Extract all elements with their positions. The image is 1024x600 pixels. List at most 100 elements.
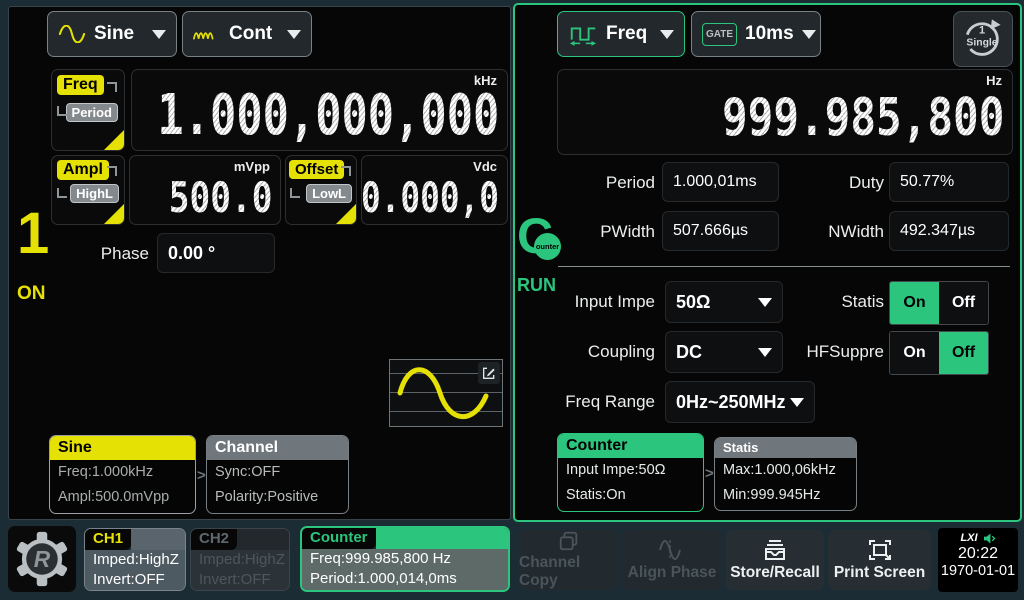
counter-tile-line2: Period:1.000,014,0ms xyxy=(302,569,508,589)
chevron-down-icon xyxy=(790,398,804,407)
frequency-value: 1.000,000,000 xyxy=(157,83,499,148)
corner-mark xyxy=(107,82,117,92)
waveform-select[interactable]: Sine xyxy=(47,11,177,57)
clock-time: 20:22 xyxy=(938,545,1018,563)
hf-suppress-on-option[interactable]: On xyxy=(890,332,939,374)
corner-mark xyxy=(57,106,67,116)
sine-icon xyxy=(58,25,86,43)
offset-value: 0.000,0 xyxy=(361,173,499,222)
align-phase-label: Align Phase xyxy=(628,564,717,582)
highl-alt-label: HighL xyxy=(70,184,119,203)
knob-corner-icon xyxy=(104,130,124,150)
logo-letter: R xyxy=(34,546,51,572)
amplitude-value: 500.0 xyxy=(168,173,272,222)
chevron-down-icon xyxy=(287,30,301,39)
period-value: 1.000,01ms xyxy=(662,162,779,202)
phase-input[interactable]: 0.00 ° xyxy=(157,233,275,273)
pulse-freq-icon xyxy=(568,21,598,47)
freq-range-select[interactable]: 0Hz~250MHz xyxy=(665,381,815,423)
tab-counter-title: Counter xyxy=(558,434,703,458)
tab-channel-line2: Polarity:Positive xyxy=(207,485,348,510)
counter-status-tile[interactable]: Counter Freq:999.985,800 Hz Period:1.000… xyxy=(300,526,510,592)
counter-reading-unit: Hz xyxy=(986,73,1002,88)
tab-statis-line2: Min:999.945Hz xyxy=(715,483,856,508)
store-recall-button[interactable]: Store/Recall xyxy=(726,530,824,590)
amplitude-display[interactable]: mVpp 500.0 xyxy=(129,155,281,225)
offset-display[interactable]: Vdc 0.000,0 xyxy=(361,155,508,225)
divider xyxy=(558,266,1010,267)
ampl-highl-selector[interactable]: Ampl HighL xyxy=(51,155,125,225)
single-count: 1 xyxy=(979,25,985,37)
hf-suppress-toggle: On Off xyxy=(889,331,989,375)
gate-badge: GATE xyxy=(702,23,737,46)
ch2-title: CH2 xyxy=(191,529,237,550)
waveform-preview xyxy=(389,359,503,427)
tab-counter[interactable]: Counter Input Impe:50Ω Statis:On xyxy=(557,433,704,512)
ch2-line2: Invert:OFF xyxy=(191,570,289,590)
store-recall-label: Store/Recall xyxy=(730,564,820,582)
corner-mark xyxy=(341,166,351,176)
counter-measure-value: Freq xyxy=(606,23,647,45)
duty-value: 50.77% xyxy=(889,162,1009,202)
tab-channel[interactable]: Channel Sync:OFF Polarity:Positive xyxy=(206,435,349,514)
tab-sine[interactable]: Sine Freq:1.000kHz Ampl:500.0mVpp xyxy=(49,435,196,514)
statistics-toggle: On Off xyxy=(889,281,989,325)
chevron-down-icon xyxy=(152,30,166,39)
gate-time-select[interactable]: GATE 10ms xyxy=(691,11,821,57)
amplitude-unit: mVpp xyxy=(234,159,270,174)
frequency-display[interactable]: kHz 1.000,000,000 xyxy=(131,69,508,151)
tab-sine-title: Sine xyxy=(50,436,195,460)
copy-icon xyxy=(556,530,582,552)
ch1-status-tile[interactable]: CH1 Imped:HighZ Invert:OFF xyxy=(84,528,186,591)
counter-panel: C ounter RUN Freq GATE 10ms 1 xyxy=(513,3,1022,522)
gear-logo-icon: R xyxy=(14,531,70,587)
channel1-panel: 1 ON Sine Cont Freq Period kHz xyxy=(8,6,511,520)
pwidth-value: 507.666µs xyxy=(662,211,779,251)
print-screen-button[interactable]: Print Screen xyxy=(828,530,931,590)
screenshot-frame-icon xyxy=(867,538,893,562)
ch1-line1: Imped:HighZ xyxy=(85,550,185,570)
clock-date: 1970-01-01 xyxy=(938,563,1018,579)
tab-counter-line2: Statis:On xyxy=(558,483,703,508)
storage-tray-icon xyxy=(761,538,789,562)
statistics-on-option[interactable]: On xyxy=(890,282,939,324)
ch2-status-tile[interactable]: CH2 Imped:HighZ Invert:OFF xyxy=(190,528,290,591)
tab-channel-line1: Sync:OFF xyxy=(207,460,348,485)
status-clock-tile: LXI 20:22 1970-01-01 xyxy=(938,528,1018,592)
ch1-title: CH1 xyxy=(85,529,131,550)
continuous-wave-icon xyxy=(193,25,221,43)
statistics-label: Statis xyxy=(765,281,884,323)
system-menu-button[interactable]: R xyxy=(8,526,76,592)
gate-time-value: 10ms xyxy=(745,23,794,45)
print-screen-label: Print Screen xyxy=(834,564,925,582)
edit-waveform-button[interactable] xyxy=(478,362,500,384)
offset-lowl-selector[interactable]: Offset LowL xyxy=(285,155,357,225)
offset-label: Offset xyxy=(289,160,344,179)
channel-copy-label: Channel Copy xyxy=(519,554,618,590)
freq-range-label: Freq Range xyxy=(535,381,655,423)
tab-channel-title: Channel xyxy=(207,436,348,460)
counter-measure-select[interactable]: Freq xyxy=(557,11,685,57)
knob-corner-icon xyxy=(336,204,356,224)
instrument-screen: 1 ON Sine Cont Freq Period kHz xyxy=(0,0,1024,600)
counter-reading-value: 999.985,800 xyxy=(722,88,1004,148)
waveform-select-value: Sine xyxy=(94,23,134,45)
counter-tile-title: Counter xyxy=(302,528,376,549)
phase-label: Phase xyxy=(55,233,149,275)
freq-period-selector[interactable]: Freq Period xyxy=(51,69,125,151)
channel-copy-button[interactable]: Channel Copy xyxy=(519,530,618,590)
statistics-off-option[interactable]: Off xyxy=(939,282,988,324)
tab-statis[interactable]: Statis Max:1.000,06kHz Min:999.945Hz xyxy=(714,437,857,511)
hf-suppress-off-option[interactable]: Off xyxy=(939,332,988,374)
chevron-down-icon xyxy=(660,30,674,39)
corner-mark xyxy=(290,188,300,198)
freq-range-value: 0Hz~250MHz xyxy=(676,392,786,413)
mode-select[interactable]: Cont xyxy=(182,11,312,57)
ch1-line2: Invert:OFF xyxy=(85,570,185,590)
mode-select-value: Cont xyxy=(229,23,272,45)
counter-tile-line1: Freq:999.985,800 Hz xyxy=(302,549,508,569)
offset-unit: Vdc xyxy=(473,159,497,174)
ampl-label: Ampl xyxy=(57,160,109,180)
align-phase-button[interactable]: Align Phase xyxy=(622,530,722,590)
single-trigger-button[interactable]: 1 Single xyxy=(953,11,1013,67)
